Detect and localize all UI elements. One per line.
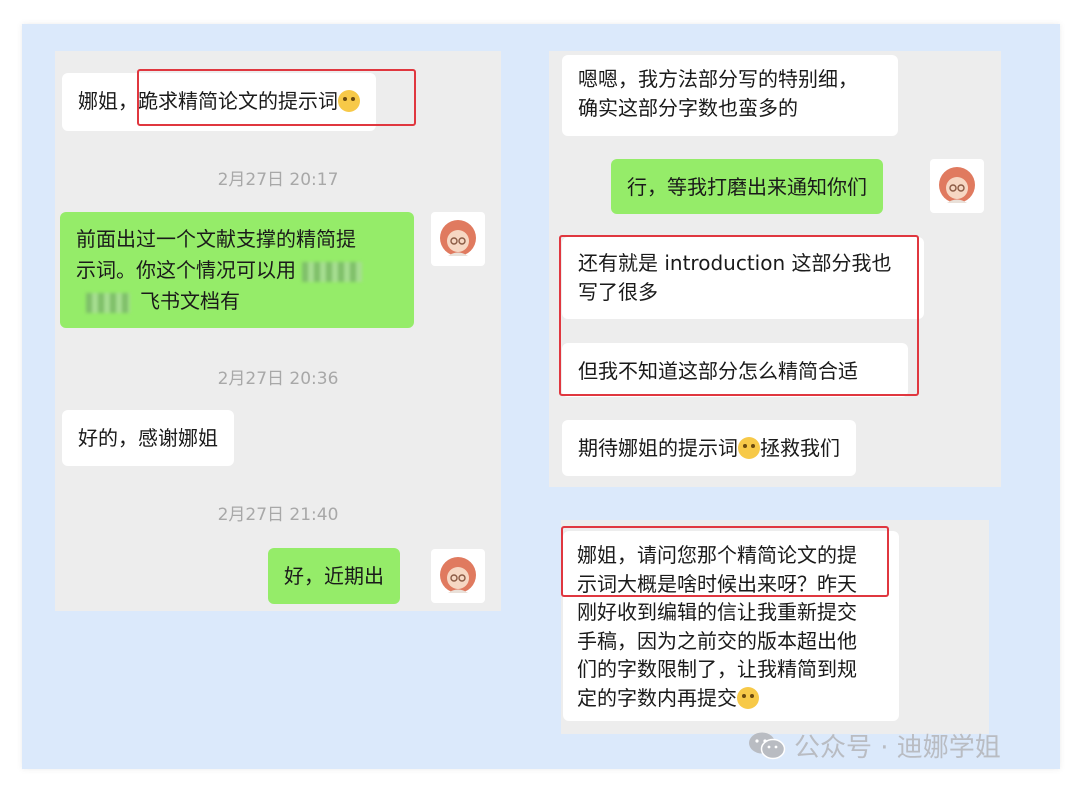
wechat-icon xyxy=(749,732,786,759)
avatar[interactable] xyxy=(431,212,485,266)
chat-panel-left xyxy=(55,51,501,611)
message-text: 前面出过一个文献支撑的精简提 xyxy=(76,227,356,251)
watermark-text: 公众号 · 迪娜学姐 xyxy=(794,733,1001,763)
crying-emoji-icon xyxy=(738,437,760,459)
message-bubble: 期待娜姐的提示词 拯救我们 xyxy=(562,420,856,476)
crying-emoji-icon xyxy=(737,686,759,709)
message-text: 们的字数限制了，让我精简到规 xyxy=(577,657,857,681)
timestamp: 2月27日 21:40 xyxy=(217,505,339,525)
message-text: 飞书文档有 xyxy=(140,289,240,313)
message-text: 确实这部分字数也蛮多的 xyxy=(578,96,798,120)
message-text: 手稿，因为之前交的版本超出他 xyxy=(577,628,857,653)
message-text: 好的，感谢娜姐 xyxy=(78,426,218,450)
message-bubble: 前面出过一个文献支撑的精简提 示词。你这个情况可以用 飞书文档有 xyxy=(60,212,414,328)
timestamp: 2月27日 20:17 xyxy=(217,170,339,190)
highlight-box xyxy=(559,235,919,396)
avatar[interactable] xyxy=(431,549,485,603)
message-text: 示词。你这个情况可以用 xyxy=(76,258,296,282)
girl-avatar-icon xyxy=(440,557,476,593)
girl-avatar-icon xyxy=(440,220,476,256)
message-text: 嗯嗯，我方法部分写的特别细， xyxy=(578,67,858,91)
message-bubble: 好，近期出 xyxy=(268,548,400,604)
blurred-text xyxy=(86,292,130,313)
message-text: 行，等我打磨出来通知你们 xyxy=(627,175,867,199)
highlight-box xyxy=(137,69,416,126)
message-bubble: 好的，感谢娜姐 xyxy=(62,410,234,466)
timestamp: 2月27日 20:36 xyxy=(217,369,339,389)
message-text: 定的字数内再提交 xyxy=(577,685,737,710)
message-text: 好，近期出 xyxy=(284,564,384,588)
message-bubble: 行，等我打磨出来通知你们 xyxy=(611,159,883,214)
message-text: 拯救我们 xyxy=(760,436,840,460)
message-text: 期待娜姐的提示词 xyxy=(578,436,738,460)
girl-avatar-icon xyxy=(939,167,975,203)
highlight-box xyxy=(561,526,889,597)
blurred-text xyxy=(302,261,362,282)
watermark: 公众号 · 迪娜学姐 xyxy=(748,727,1001,764)
message-bubble: 嗯嗯，我方法部分写的特别细， 确实这部分字数也蛮多的 xyxy=(562,55,898,136)
message-text: 娜姐， xyxy=(78,89,138,113)
avatar[interactable] xyxy=(930,159,984,213)
message-text: 刚好收到编辑的信让我重新提交 xyxy=(577,600,857,624)
